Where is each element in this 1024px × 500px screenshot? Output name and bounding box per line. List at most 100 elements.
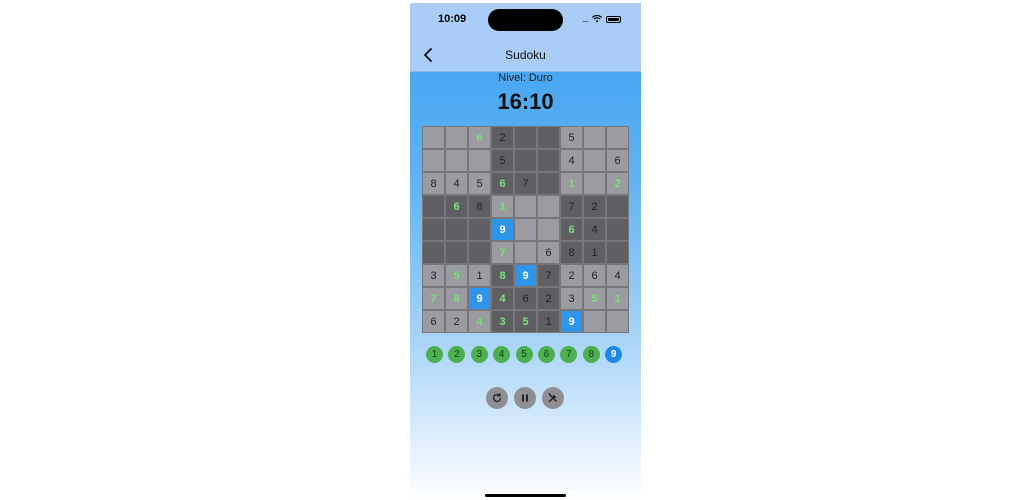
- sudoku-cell-r8c7[interactable]: 3: [560, 287, 583, 310]
- sudoku-cell-r7c3[interactable]: 1: [468, 264, 491, 287]
- sudoku-cell-r2c6[interactable]: [537, 149, 560, 172]
- sudoku-cell-r5c1[interactable]: [422, 218, 445, 241]
- sudoku-cell-r9c6[interactable]: 1: [537, 310, 560, 333]
- sudoku-cell-r7c8[interactable]: 6: [583, 264, 606, 287]
- sudoku-cell-r3c9[interactable]: 2: [606, 172, 629, 195]
- sudoku-cell-r2c7[interactable]: 4: [560, 149, 583, 172]
- sudoku-cell-r7c7[interactable]: 2: [560, 264, 583, 287]
- sudoku-cell-r1c4[interactable]: 2: [491, 126, 514, 149]
- sudoku-cell-r8c3[interactable]: 9: [468, 287, 491, 310]
- sudoku-cell-r2c8[interactable]: [583, 149, 606, 172]
- sudoku-cell-r5c6[interactable]: [537, 218, 560, 241]
- sudoku-cell-r2c3[interactable]: [468, 149, 491, 172]
- sudoku-cell-r7c9[interactable]: 4: [606, 264, 629, 287]
- sudoku-cell-r5c7[interactable]: 6: [560, 218, 583, 241]
- sudoku-cell-r1c2[interactable]: [445, 126, 468, 149]
- wifi-icon: [592, 15, 602, 23]
- sudoku-cell-r4c3[interactable]: 8: [468, 195, 491, 218]
- sudoku-cell-r9c1[interactable]: 6: [422, 310, 445, 333]
- sudoku-cell-r2c5[interactable]: [514, 149, 537, 172]
- sudoku-cell-r6c8[interactable]: 1: [583, 241, 606, 264]
- sudoku-cell-r3c4[interactable]: 6: [491, 172, 514, 195]
- sudoku-cell-r2c4[interactable]: 5: [491, 149, 514, 172]
- sudoku-cell-r7c4[interactable]: 8: [491, 264, 514, 287]
- sudoku-cell-r5c3[interactable]: [468, 218, 491, 241]
- sudoku-cell-r6c3[interactable]: [468, 241, 491, 264]
- sudoku-cell-r1c9[interactable]: [606, 126, 629, 149]
- number-button-3[interactable]: 3: [470, 346, 488, 363]
- sudoku-cell-r1c7[interactable]: 5: [560, 126, 583, 149]
- sudoku-cell-r1c6[interactable]: [537, 126, 560, 149]
- sudoku-cell-r8c4[interactable]: 4: [491, 287, 514, 310]
- sudoku-cell-r4c5[interactable]: [514, 195, 537, 218]
- sudoku-cell-r7c1[interactable]: 3: [422, 264, 445, 287]
- sudoku-cell-r5c4[interactable]: 9: [491, 218, 514, 241]
- number-button-4[interactable]: 4: [493, 346, 511, 363]
- sudoku-cell-r2c9[interactable]: 6: [606, 149, 629, 172]
- sudoku-cell-r8c2[interactable]: 8: [445, 287, 468, 310]
- number-button-7[interactable]: 7: [560, 346, 578, 363]
- sudoku-cell-r9c4[interactable]: 3: [491, 310, 514, 333]
- sudoku-cell-r3c7[interactable]: 1: [560, 172, 583, 195]
- sudoku-cell-r6c5[interactable]: [514, 241, 537, 264]
- status-bar: 10:09 ....: [410, 3, 641, 41]
- sudoku-cell-r3c1[interactable]: 8: [422, 172, 445, 195]
- sudoku-cell-r9c5[interactable]: 5: [514, 310, 537, 333]
- sudoku-cell-r8c1[interactable]: 7: [422, 287, 445, 310]
- pause-button[interactable]: [514, 387, 536, 409]
- sudoku-cell-r4c4[interactable]: 1: [491, 195, 514, 218]
- sudoku-cell-r3c3[interactable]: 5: [468, 172, 491, 195]
- sudoku-cell-r2c2[interactable]: [445, 149, 468, 172]
- sudoku-cell-r7c2[interactable]: 5: [445, 264, 468, 287]
- sudoku-cell-r4c9[interactable]: [606, 195, 629, 218]
- number-button-9[interactable]: 9: [605, 346, 623, 363]
- sudoku-cell-r6c9[interactable]: [606, 241, 629, 264]
- sudoku-cell-r6c7[interactable]: 8: [560, 241, 583, 264]
- sudoku-cell-r5c8[interactable]: 4: [583, 218, 606, 241]
- sudoku-cell-r9c9[interactable]: [606, 310, 629, 333]
- status-time: 10:09: [438, 13, 467, 25]
- sudoku-cell-r7c6[interactable]: 7: [537, 264, 560, 287]
- home-indicator: [485, 494, 566, 497]
- sudoku-cell-r3c8[interactable]: [583, 172, 606, 195]
- number-pad: 123456789: [426, 346, 623, 363]
- sudoku-cell-r7c5[interactable]: 9: [514, 264, 537, 287]
- navigation-bar: Sudoku: [410, 41, 641, 72]
- sudoku-cell-r8c8[interactable]: 5: [583, 287, 606, 310]
- sudoku-cell-r9c8[interactable]: [583, 310, 606, 333]
- number-button-5[interactable]: 5: [515, 346, 533, 363]
- sudoku-cell-r1c8[interactable]: [583, 126, 606, 149]
- sudoku-cell-r5c9[interactable]: [606, 218, 629, 241]
- sudoku-cell-r4c2[interactable]: 6: [445, 195, 468, 218]
- sudoku-cell-r1c5[interactable]: [514, 126, 537, 149]
- sudoku-cell-r9c7[interactable]: 9: [560, 310, 583, 333]
- sudoku-cell-r3c5[interactable]: 7: [514, 172, 537, 195]
- number-button-6[interactable]: 6: [537, 346, 555, 363]
- sudoku-cell-r9c3[interactable]: 4: [468, 310, 491, 333]
- hint-tools-button[interactable]: [542, 387, 564, 409]
- sudoku-cell-r4c1[interactable]: [422, 195, 445, 218]
- phone-screen: 10:09 .... Sudoku Nivel: Duro 16:10 6255…: [410, 3, 641, 500]
- sudoku-cell-r4c8[interactable]: 2: [583, 195, 606, 218]
- sudoku-cell-r4c6[interactable]: [537, 195, 560, 218]
- sudoku-cell-r4c7[interactable]: 7: [560, 195, 583, 218]
- sudoku-cell-r6c4[interactable]: 7: [491, 241, 514, 264]
- sudoku-cell-r5c2[interactable]: [445, 218, 468, 241]
- sudoku-cell-r1c3[interactable]: 6: [468, 126, 491, 149]
- sudoku-cell-r6c1[interactable]: [422, 241, 445, 264]
- number-button-1[interactable]: 1: [426, 346, 443, 363]
- sudoku-cell-r9c2[interactable]: 2: [445, 310, 468, 333]
- sudoku-cell-r8c5[interactable]: 6: [514, 287, 537, 310]
- sudoku-cell-r8c9[interactable]: 1: [606, 287, 629, 310]
- sudoku-cell-r8c6[interactable]: 2: [537, 287, 560, 310]
- sudoku-cell-r3c2[interactable]: 4: [445, 172, 468, 195]
- restart-button[interactable]: [486, 387, 508, 409]
- number-button-2[interactable]: 2: [448, 346, 466, 363]
- sudoku-cell-r3c6[interactable]: [537, 172, 560, 195]
- number-button-8[interactable]: 8: [582, 346, 600, 363]
- sudoku-cell-r2c1[interactable]: [422, 149, 445, 172]
- sudoku-cell-r1c1[interactable]: [422, 126, 445, 149]
- sudoku-cell-r6c2[interactable]: [445, 241, 468, 264]
- sudoku-cell-r6c6[interactable]: 6: [537, 241, 560, 264]
- sudoku-cell-r5c5[interactable]: [514, 218, 537, 241]
